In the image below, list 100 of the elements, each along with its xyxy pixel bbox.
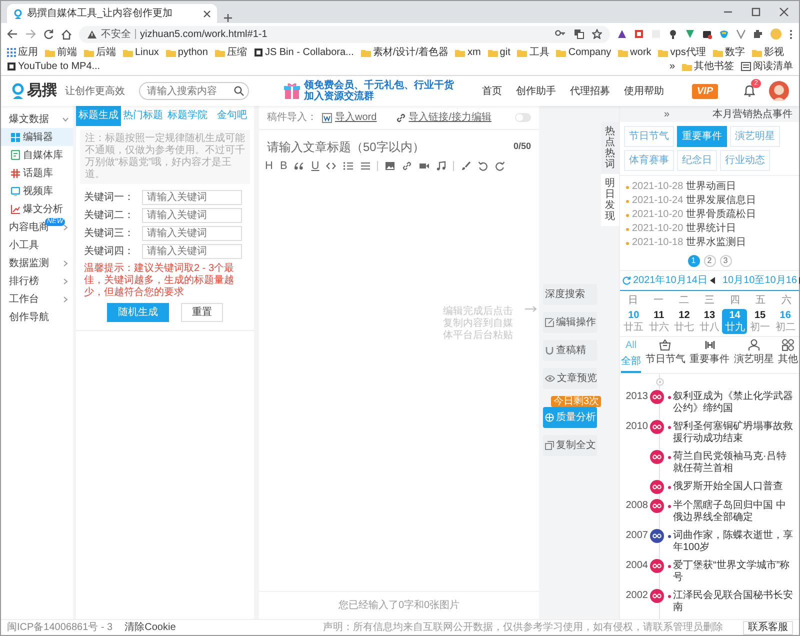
nav-link[interactable]: 创作助手 xyxy=(516,84,556,98)
quote-icon[interactable] xyxy=(294,161,304,171)
clear-cookie-link[interactable]: 清除Cookie xyxy=(124,620,176,635)
bookmark[interactable]: 数字 xyxy=(712,46,745,59)
numbered-list-icon[interactable] xyxy=(343,161,354,171)
image-icon[interactable] xyxy=(385,161,396,171)
back-icon[interactable] xyxy=(7,29,18,39)
action-button[interactable]: 编辑操作 xyxy=(543,312,597,333)
bookmark[interactable]: 前端 xyxy=(45,46,77,59)
contact-button[interactable]: 联系客服 xyxy=(743,620,793,634)
banner-text[interactable]: 加入资源交流群 xyxy=(304,91,454,102)
action-button[interactable]: 查稿精 xyxy=(543,340,597,361)
menu-icon[interactable] xyxy=(789,28,793,40)
search-icon[interactable] xyxy=(234,86,244,96)
import-link[interactable]: 导入链接/接力编辑 xyxy=(396,110,492,125)
translate-icon[interactable] xyxy=(574,29,584,39)
bookmark[interactable]: git xyxy=(488,46,510,59)
code-icon[interactable] xyxy=(326,161,336,171)
bookmark[interactable]: 后端 xyxy=(84,46,116,59)
home-icon[interactable] xyxy=(61,28,72,40)
bookmark[interactable]: 压缩 xyxy=(214,46,247,59)
event-name[interactable]: 世界动画日 xyxy=(686,180,736,194)
plus-icon[interactable] xyxy=(223,13,233,23)
video-icon[interactable] xyxy=(419,161,430,171)
bookmark[interactable]: 影视 xyxy=(752,46,784,59)
star-icon[interactable] xyxy=(592,29,602,39)
toggle-switch[interactable] xyxy=(515,113,531,122)
calendar-day[interactable]: 11 廿六 xyxy=(646,309,672,334)
close-icon[interactable] xyxy=(203,10,211,18)
close-icon[interactable] xyxy=(779,7,789,17)
bullet-list-icon[interactable] xyxy=(360,161,370,171)
sidebar-item[interactable]: 排行榜 xyxy=(1,272,73,290)
avatar[interactable] xyxy=(769,81,789,101)
bold-button[interactable]: B xyxy=(280,160,288,172)
sidebar-item[interactable]: 视频库 xyxy=(1,182,73,200)
action-button[interactable]: 文章预览 xyxy=(543,368,597,389)
underline-button[interactable]: U xyxy=(311,160,320,172)
reset-button[interactable]: 重置 xyxy=(181,303,223,322)
keyword-field[interactable]: 请输入关键词 xyxy=(142,208,242,223)
heading-button[interactable]: H xyxy=(265,160,273,172)
calendar-day[interactable]: 12 廿七 xyxy=(672,309,697,334)
sidebar-item[interactable]: 创作导航 xyxy=(1,308,73,326)
bookmark[interactable]: xm xyxy=(455,46,481,59)
browser-tab[interactable]: 易撰自媒体工具_让内容创作更加 xyxy=(7,4,217,23)
bookmark[interactable]: 其他书签 xyxy=(682,60,734,73)
event-name[interactable]: 世界发展信息日 xyxy=(686,194,756,208)
reload-icon[interactable] xyxy=(43,28,54,40)
extension-icon[interactable] xyxy=(753,29,763,39)
nav-link[interactable]: 代理招募 xyxy=(570,84,610,98)
key-icon[interactable] xyxy=(555,29,566,37)
side-tab[interactable]: 明日发现 xyxy=(601,174,619,226)
keyword-field[interactable]: 请输入关键词 xyxy=(142,190,242,205)
address-bar[interactable]: 不安全 yizhuan5.com/work.html#1-1 xyxy=(79,26,610,42)
bell-icon[interactable] xyxy=(744,85,755,97)
brush-icon[interactable] xyxy=(461,161,472,171)
undo-icon[interactable] xyxy=(478,161,488,171)
event-name[interactable]: 世界水监测日 xyxy=(686,236,746,250)
bookmark[interactable]: 工具 xyxy=(517,46,550,59)
side-tab[interactable]: 热点热词 xyxy=(601,122,619,174)
more-bookmarks-button[interactable]: » xyxy=(669,60,675,73)
sidebar-item[interactable]: 爆文数据 xyxy=(1,110,73,128)
page-button[interactable]: 2 xyxy=(704,255,716,267)
keyword-field[interactable]: 请输入关键词 xyxy=(142,226,242,241)
sidebar-item[interactable]: 数据监测 xyxy=(1,254,73,272)
previous-icon[interactable] xyxy=(710,277,714,284)
bookmark[interactable]: Company xyxy=(556,46,612,59)
bookmark[interactable]: 应用 xyxy=(7,46,38,59)
action-button[interactable]: 复制全文 xyxy=(543,435,597,456)
sidebar-item[interactable]: 工作台 xyxy=(1,290,73,308)
collapse-button[interactable]: » xyxy=(624,106,710,122)
sidebar-item[interactable]: 自媒体库 xyxy=(1,146,73,164)
redo-icon[interactable] xyxy=(495,161,506,171)
action-button[interactable]: 深度搜索 xyxy=(543,284,597,305)
calendar-day[interactable]: 13 廿八 xyxy=(696,309,722,334)
page-button[interactable]: 3 xyxy=(720,255,732,267)
extension-icon[interactable] xyxy=(702,29,712,39)
music-icon[interactable] xyxy=(436,161,446,171)
bookmark[interactable]: JS Bin - Collabora... xyxy=(254,46,354,59)
event-name[interactable]: 世界骨质疏松日 xyxy=(686,208,756,222)
bookmark[interactable]: vps代理 xyxy=(658,46,706,59)
banner-text[interactable]: 领免费会员、千元礼包、行业干货 xyxy=(304,80,454,91)
bookmark[interactable]: 素材/设计/着色器 xyxy=(360,46,448,59)
bookmark[interactable]: 阅读清单 xyxy=(741,60,793,73)
search-field[interactable]: 请输入搜索内容 xyxy=(139,82,249,100)
bookmark[interactable]: python xyxy=(166,46,208,59)
event-name[interactable]: 世界统计日 xyxy=(686,222,736,236)
extension-icon[interactable] xyxy=(668,29,678,39)
maximize-icon[interactable] xyxy=(751,7,761,17)
sidebar-item[interactable]: 编辑器 xyxy=(1,128,73,146)
refresh-icon[interactable] xyxy=(622,276,631,285)
sidebar-item[interactable]: 小工具 xyxy=(1,236,73,254)
keyword-field[interactable]: 请输入关键词 xyxy=(142,244,242,259)
sidebar-item[interactable]: 爆文分析 xyxy=(1,200,73,218)
link-icon[interactable] xyxy=(402,161,412,171)
nav-link[interactable]: 首页 xyxy=(482,84,502,98)
import-word-link[interactable]: 导入word xyxy=(322,110,377,125)
bookmark[interactable]: work xyxy=(618,46,652,59)
sidebar-item[interactable]: 话题库 xyxy=(1,164,73,182)
bookmark[interactable]: YouTube to MP4... xyxy=(7,60,100,73)
nav-link[interactable]: 使用帮助 xyxy=(624,84,664,98)
